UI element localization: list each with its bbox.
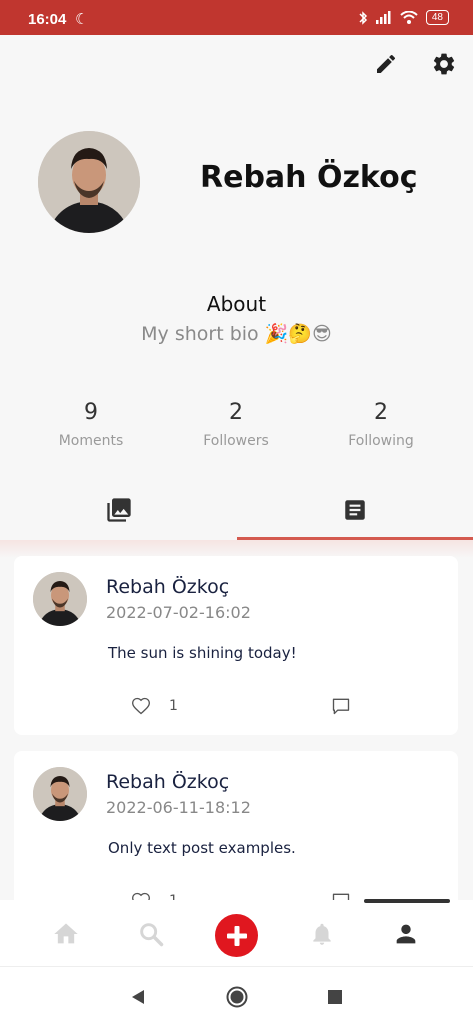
system-home-button[interactable] — [225, 985, 249, 1009]
status-time: 16:04 — [28, 11, 67, 28]
status-icons: 48 — [358, 10, 449, 25]
add-post-button[interactable] — [215, 914, 258, 957]
stat-value: 9 — [84, 400, 98, 425]
wifi-icon — [400, 11, 418, 24]
recents-icon — [328, 990, 342, 1004]
pencil-icon — [377, 54, 396, 73]
bell-icon — [313, 923, 331, 945]
profile-avatar[interactable] — [38, 131, 140, 233]
back-icon — [132, 990, 144, 1004]
profile-bio: My short bio 🎉🤔😎 — [141, 323, 332, 345]
stat-followers[interactable]: 2 Followers — [176, 400, 296, 449]
bluetooth-icon — [359, 10, 367, 25]
like-button[interactable] — [131, 696, 151, 716]
system-navigation — [0, 966, 473, 1025]
post-date: 2022-06-11-18:12 — [106, 798, 251, 817]
post-avatar[interactable] — [33, 767, 87, 821]
tab-photo-posts[interactable] — [104, 495, 134, 525]
stat-moments[interactable]: 9 Moments — [31, 400, 151, 449]
profile-name: Rebah Özkoç — [200, 160, 418, 195]
signal-icon — [375, 11, 391, 24]
stat-value: 2 — [374, 400, 388, 425]
nav-search[interactable] — [137, 920, 165, 948]
post-author: Rebah Özkoç — [106, 576, 230, 598]
status-bar: 16:04 ☾ 48 — [0, 0, 473, 35]
nav-notifications[interactable] — [308, 920, 336, 948]
comment-icon — [332, 698, 350, 715]
moon-icon: ☾ — [75, 10, 89, 28]
nav-home[interactable] — [52, 920, 80, 948]
home-circle-icon — [226, 986, 248, 1008]
comment-button[interactable] — [331, 696, 351, 716]
add-icon — [226, 925, 247, 946]
nav-profile[interactable] — [392, 920, 420, 948]
battery-icon: 48 — [425, 10, 449, 25]
post-author: Rebah Özkoç — [106, 771, 230, 793]
article-icon — [345, 500, 365, 520]
tab-text-posts[interactable] — [340, 495, 370, 525]
post-date: 2022-07-02-16:02 — [106, 603, 251, 622]
system-back-button[interactable] — [126, 985, 150, 1009]
edit-profile-button[interactable] — [372, 50, 400, 78]
stat-label: Moments — [58, 433, 124, 449]
person-icon — [396, 924, 416, 944]
home-icon — [54, 923, 78, 944]
post-card[interactable]: Rebah Özkoç 2022-07-02-16:02 The sun is … — [14, 556, 458, 735]
post-text: The sun is shining today! — [108, 644, 297, 662]
gear-icon — [433, 53, 455, 75]
search-icon — [140, 923, 164, 947]
post-avatar[interactable] — [33, 572, 87, 626]
stat-value: 2 — [229, 400, 243, 425]
scroll-indicator — [364, 899, 450, 903]
about-title: About — [206, 292, 267, 316]
settings-button[interactable] — [430, 50, 458, 78]
stat-label: Followers — [203, 433, 269, 449]
heart-icon — [131, 697, 151, 715]
photo-library-icon — [107, 498, 131, 522]
post-text: Only text post examples. — [108, 839, 296, 857]
like-count: 1 — [169, 698, 178, 714]
stat-label: Following — [348, 433, 414, 449]
stat-following[interactable]: 2 Following — [321, 400, 441, 449]
system-recents-button[interactable] — [323, 985, 347, 1009]
